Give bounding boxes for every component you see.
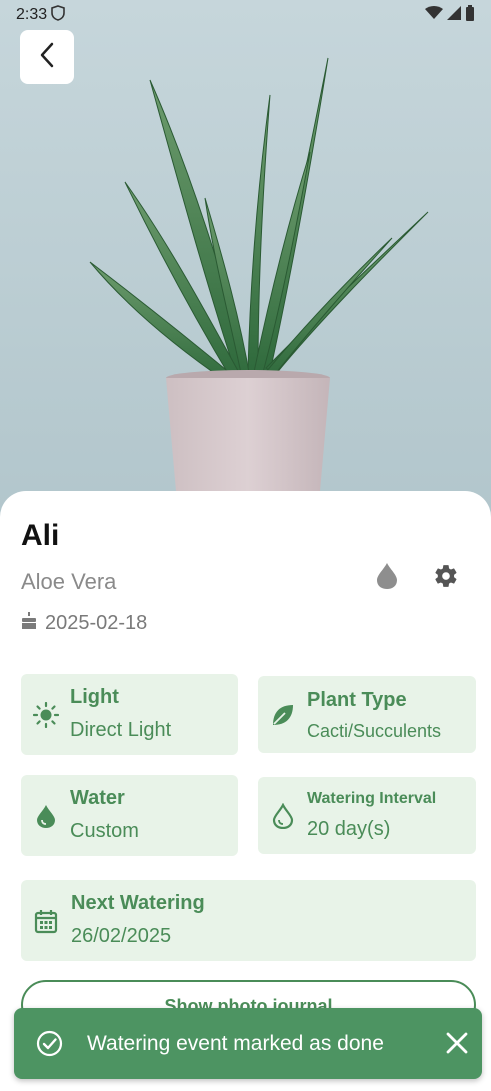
light-value: Direct Light [70, 719, 172, 741]
water-now-button[interactable] [372, 562, 402, 595]
light-title: Light [70, 686, 119, 708]
snackbar-message: Watering event marked as done [87, 1032, 384, 1055]
plant-type-title: Plant Type [307, 689, 407, 711]
next-watering-card: Next Watering 26/02/2025 [21, 880, 476, 961]
watering-interval-card: Watering Interval 20 day(s) [258, 777, 476, 854]
water-drop-icon [376, 562, 398, 595]
battery-icon [465, 4, 475, 26]
watering-interval-title: Watering Interval [307, 790, 437, 807]
water-title: Water [70, 787, 125, 809]
leaf-icon [270, 702, 296, 728]
plant-name: Ali [21, 519, 60, 552]
status-bar: 2:33 [0, 0, 491, 30]
water-value: Custom [70, 820, 139, 842]
watering-interval-value: 20 day(s) [307, 818, 391, 840]
plant-details-sheet: Ali Aloe Vera 2025-02-18 Light Direct Li… [0, 491, 491, 1091]
birth-date-text: 2025-02-18 [45, 611, 148, 634]
calendar-icon [33, 908, 59, 934]
check-circle-icon [36, 1030, 63, 1062]
water-drop-outline-icon [270, 802, 296, 829]
shield-icon [51, 4, 65, 26]
plant-species: Aloe Vera [21, 569, 117, 594]
next-watering-title: Next Watering [71, 892, 205, 914]
plant-type-value: Cacti/Succulents [307, 721, 442, 741]
light-card: Light Direct Light [21, 674, 238, 755]
snackbar: Watering event marked as done [14, 1008, 482, 1079]
gear-icon [433, 563, 459, 594]
water-card: Water Custom [21, 775, 238, 856]
water-drop-filled-icon [33, 803, 59, 829]
back-button[interactable] [20, 30, 74, 84]
chevron-left-icon [37, 42, 57, 73]
status-time: 2:33 [16, 6, 48, 23]
next-watering-value: 26/02/2025 [71, 925, 172, 947]
settings-button[interactable] [431, 563, 461, 593]
sun-icon [32, 701, 60, 728]
plant-type-card: Plant Type Cacti/Succulents [258, 676, 476, 753]
birth-date: 2025-02-18 [21, 611, 147, 635]
close-icon[interactable] [444, 1030, 470, 1061]
cake-icon [21, 611, 37, 635]
wifi-icon [425, 5, 443, 25]
signal-icon [447, 5, 461, 25]
